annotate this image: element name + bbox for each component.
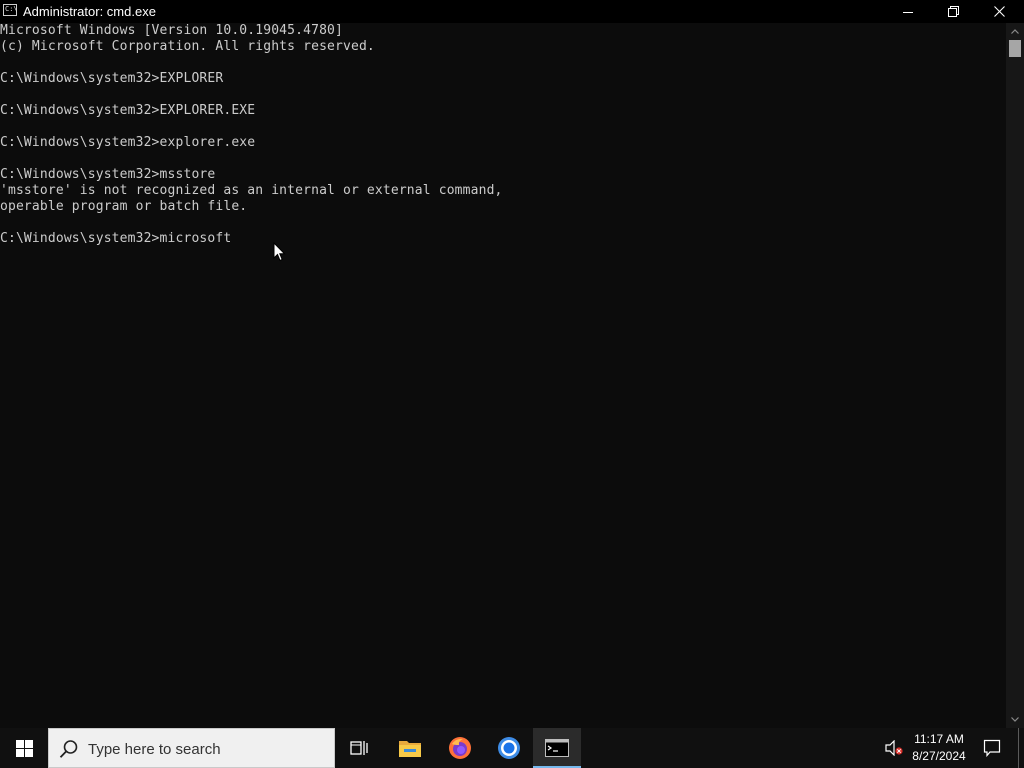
clock-date: 8/27/2024 <box>912 749 966 763</box>
restore-icon <box>947 6 959 17</box>
taskbar-command-prompt[interactable] <box>533 728 581 768</box>
taskbar-firefox[interactable] <box>436 728 484 768</box>
console-line: 'msstore' is not recognized as an intern… <box>0 183 503 198</box>
taskbar-chrome[interactable] <box>485 728 533 768</box>
taskbar-clock[interactable]: 11:17 AM 8/27/2024 <box>908 731 970 767</box>
volume-button[interactable] <box>880 728 908 768</box>
scroll-down-arrow-icon <box>1011 717 1019 722</box>
command-prompt-icon <box>545 739 569 757</box>
firefox-icon <box>449 737 471 759</box>
chrome-icon <box>498 737 520 759</box>
console-line: C:\Windows\system32>microsoft <box>0 231 232 246</box>
restore-button[interactable] <box>930 0 976 23</box>
console-output[interactable]: Microsoft Windows [Version 10.0.19045.47… <box>0 23 1006 728</box>
cmd-window: C:\ Administrator: cmd.exe Microsoft Win… <box>0 0 1024 728</box>
cmd-app-icon-glyph: C:\ <box>5 5 18 13</box>
mouse-pointer-icon <box>273 242 286 262</box>
file-explorer-icon <box>399 741 421 757</box>
window-title: Administrator: cmd.exe <box>23 4 156 19</box>
action-center-button[interactable] <box>978 728 1006 768</box>
clock-time: 11:17 AM <box>914 732 964 746</box>
console-line: C:\Windows\system32>msstore <box>0 167 216 182</box>
taskbar-search-box[interactable]: Type here to search <box>48 728 335 768</box>
console-line: C:\Windows\system32>EXPLORER <box>0 71 224 86</box>
scroll-up-arrow-icon <box>1011 29 1019 34</box>
cmd-app-icon[interactable]: C:\ <box>3 4 18 16</box>
search-icon <box>59 740 78 758</box>
title-bar[interactable]: C:\ Administrator: cmd.exe <box>0 0 1024 23</box>
minimize-button[interactable] <box>885 0 931 23</box>
console-line: operable program or batch file. <box>0 199 248 214</box>
vertical-scrollbar[interactable] <box>1006 23 1024 728</box>
scroll-down-button[interactable] <box>1006 711 1024 728</box>
minimize-icon <box>903 11 913 13</box>
windows-logo-icon <box>15 739 33 757</box>
console-line: C:\Windows\system32>explorer.exe <box>0 135 256 150</box>
close-icon <box>993 6 1005 17</box>
taskbar-file-explorer[interactable] <box>386 728 434 768</box>
show-desktop-button[interactable] <box>1018 728 1024 768</box>
console-line: (c) Microsoft Corporation. All rights re… <box>0 39 375 54</box>
volume-muted-icon <box>885 740 903 756</box>
action-center-icon <box>983 739 1001 757</box>
close-button[interactable] <box>976 0 1022 23</box>
start-button[interactable] <box>0 728 48 768</box>
scrollbar-thumb[interactable] <box>1009 40 1021 57</box>
task-view-button[interactable] <box>336 728 384 768</box>
taskbar: Type here to search 11:17 AM 8/27/2024 <box>0 728 1024 768</box>
console-line: Microsoft Windows [Version 10.0.19045.47… <box>0 23 343 38</box>
console-line: C:\Windows\system32>EXPLORER.EXE <box>0 103 256 118</box>
scroll-up-button[interactable] <box>1006 23 1024 40</box>
search-placeholder: Type here to search <box>88 741 221 758</box>
task-view-icon <box>350 741 368 755</box>
